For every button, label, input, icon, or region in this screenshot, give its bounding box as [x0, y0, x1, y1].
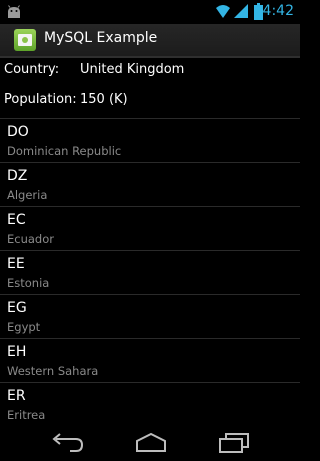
- country-row: Country: United Kingdom: [4, 62, 296, 82]
- country-code: EG: [7, 300, 27, 316]
- back-icon[interactable]: [50, 431, 86, 453]
- country-name: Estonia: [7, 276, 50, 290]
- app-title: MySQL Example: [44, 30, 158, 46]
- screen: 4:42 MySQL Example Country: United Kingd…: [0, 0, 300, 461]
- list-item[interactable]: EH Western Sahara: [0, 339, 300, 383]
- country-name: Dominican Republic: [7, 144, 122, 158]
- action-bar: MySQL Example: [0, 24, 300, 58]
- android-icon: [8, 5, 20, 18]
- country-code: EC: [7, 212, 26, 228]
- list-item[interactable]: DO Dominican Republic: [0, 119, 300, 163]
- country-value: United Kingdom: [80, 62, 185, 77]
- list-item[interactable]: EE Estonia: [0, 251, 300, 295]
- country-name: Eritrea: [7, 408, 46, 422]
- country-code: DO: [7, 124, 29, 140]
- country-name: Ecuador: [7, 232, 54, 246]
- navigation-bar: [0, 423, 300, 461]
- population-value: 150 (K): [80, 92, 128, 107]
- list-item[interactable]: EG Egypt: [0, 295, 300, 339]
- population-row: Population: 150 (K): [4, 92, 296, 112]
- home-icon[interactable]: [133, 431, 169, 453]
- status-bar: 4:42: [0, 0, 300, 24]
- country-label: Country:: [4, 62, 60, 77]
- country-code: EE: [7, 256, 25, 272]
- country-code: EH: [7, 344, 27, 360]
- country-name: Egypt: [7, 320, 41, 334]
- list-item[interactable]: ER Eritrea: [0, 383, 300, 427]
- status-time: 4:42: [262, 3, 294, 19]
- country-name: Western Sahara: [7, 364, 99, 378]
- country-code: DZ: [7, 168, 28, 184]
- country-code: ER: [7, 388, 26, 404]
- recent-apps-icon[interactable]: [216, 431, 252, 453]
- list-item[interactable]: EC Ecuador: [0, 207, 300, 251]
- population-label: Population:: [4, 92, 77, 107]
- country-list[interactable]: DO Dominican Republic DZ Algeria EC Ecua…: [0, 118, 300, 427]
- signal-icon: [234, 4, 248, 18]
- list-item[interactable]: DZ Algeria: [0, 163, 300, 207]
- app-icon[interactable]: [14, 29, 36, 51]
- wifi-icon: [216, 5, 230, 18]
- country-name: Algeria: [7, 188, 48, 202]
